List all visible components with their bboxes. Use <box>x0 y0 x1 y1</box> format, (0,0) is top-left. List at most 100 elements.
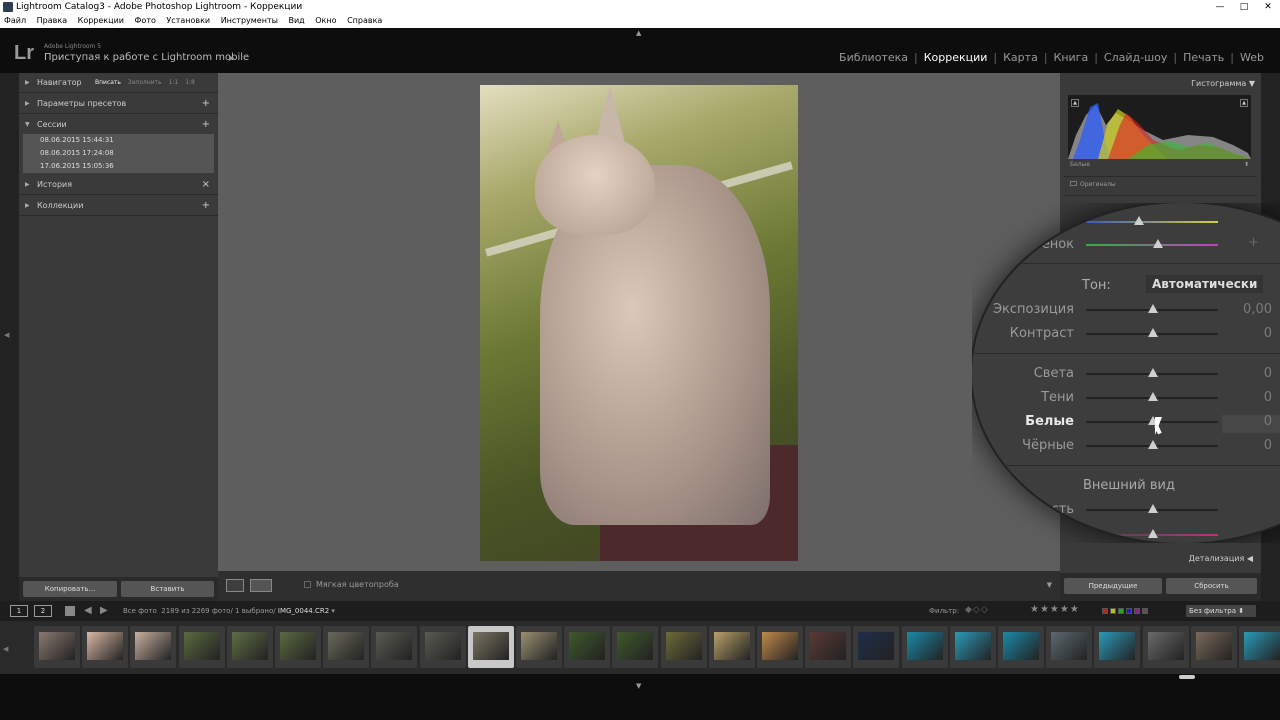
left-edge[interactable]: ◀ <box>0 73 19 601</box>
play-icon[interactable]: ▶ <box>229 54 234 62</box>
detail-header[interactable]: Детализация ◀ <box>1060 549 1261 569</box>
filmstrip-thumbnail[interactable] <box>612 626 659 668</box>
shadow-clipping-icon[interactable]: ▲ <box>1071 99 1079 107</box>
slider-value[interactable]: 0 <box>1222 322 1272 346</box>
color-label-filter[interactable] <box>1102 608 1150 614</box>
zoom-1-8[interactable]: 1:8 <box>185 79 195 86</box>
zoom-fill[interactable]: Заполнить <box>128 79 162 86</box>
filmstrip-thumbnail[interactable] <box>323 626 370 668</box>
slider-thumb[interactable] <box>1148 328 1158 337</box>
slider-value[interactable]: 0 <box>1222 410 1272 434</box>
navigator-header[interactable]: ▶ Навигатор Вписать Заполнить 1:1 1:8 <box>19 73 218 93</box>
filmstrip-thumbnail[interactable] <box>178 626 225 668</box>
filmstrip-thumbnail[interactable] <box>419 626 466 668</box>
menu-edit[interactable]: Правка <box>37 16 67 25</box>
show-original-toggle[interactable]: Оригиналы <box>1070 181 1116 188</box>
slider-tint[interactable]: ттенок + <box>972 233 1280 257</box>
module-library[interactable]: Библиотека <box>833 51 914 64</box>
secondary-window-button[interactable]: 2 <box>34 605 52 617</box>
filmstrip-thumbnail[interactable] <box>1046 626 1093 668</box>
soft-proof-checkbox[interactable]: Мягкая цветопроба <box>304 580 399 589</box>
slider-clarity[interactable]: тность <box>972 498 1280 522</box>
menu-file[interactable]: Файл <box>4 16 26 25</box>
module-map[interactable]: Карта <box>997 51 1044 64</box>
slider-thumb[interactable] <box>1148 440 1158 449</box>
slider-temperature[interactable]: ра <box>972 210 1280 234</box>
minimize-button[interactable]: — <box>1208 0 1232 14</box>
before-after-icon[interactable] <box>250 579 272 592</box>
module-book[interactable]: Книга <box>1048 51 1095 64</box>
slider-thumb[interactable] <box>1148 504 1158 513</box>
collapse-top-icon[interactable]: ▲ <box>636 29 641 37</box>
filmstrip-thumbnail[interactable] <box>371 626 418 668</box>
add-session-icon[interactable]: + <box>202 115 210 135</box>
slider-value[interactable]: 0 <box>1222 434 1272 458</box>
back-arrow-icon[interactable]: ◀ <box>84 605 92 616</box>
filmstrip-thumbnail[interactable] <box>564 626 611 668</box>
filmstrip-thumbnail[interactable] <box>901 626 948 668</box>
collapse-bottom-icon[interactable]: ▼ <box>636 682 641 690</box>
filmstrip-thumbnail[interactable] <box>1142 626 1189 668</box>
slider-thumb[interactable] <box>1148 529 1158 538</box>
filmstrip-thumbnail[interactable] <box>998 626 1044 668</box>
zoom-fit[interactable]: Вписать <box>95 79 121 86</box>
close-button[interactable]: ✕ <box>1256 0 1280 14</box>
filmstrip-scrollbar[interactable] <box>1179 675 1195 679</box>
primary-window-button[interactable]: 1 <box>10 605 28 617</box>
purple-label-icon[interactable] <box>1134 608 1140 614</box>
paste-button[interactable]: Вставить <box>121 581 214 597</box>
filmstrip-thumbnail[interactable] <box>275 626 321 668</box>
module-print[interactable]: Печать <box>1177 51 1230 64</box>
filmstrip-thumbnail[interactable] <box>34 626 80 668</box>
forward-arrow-icon[interactable]: ▶ <box>100 605 108 616</box>
slider-whites[interactable]: Белые 0 <box>972 410 1280 434</box>
filmstrip-thumbnail[interactable] <box>708 626 755 668</box>
slider-thumb[interactable] <box>1148 368 1158 377</box>
sessions-header[interactable]: ▼ Сессии + <box>19 115 218 135</box>
module-slideshow[interactable]: Слайд-шоу <box>1098 51 1173 64</box>
slider-value[interactable]: 0,00 <box>1222 298 1272 322</box>
session-item[interactable]: 17.06.2015 15:05:36 <box>23 160 214 173</box>
filmstrip-thumbnail[interactable] <box>757 626 803 668</box>
yellow-label-icon[interactable] <box>1110 608 1116 614</box>
menu-settings[interactable]: Установки <box>166 16 210 25</box>
session-item[interactable]: 08.06.2015 17:24:08 <box>23 147 214 160</box>
slider-exposure[interactable]: Экспозиция 0,00 <box>972 298 1280 322</box>
filmstrip-thumbnail[interactable] <box>226 626 273 668</box>
collections-header[interactable]: ▶ Коллекции + <box>19 196 218 216</box>
history-header[interactable]: ▶ История × <box>19 175 218 195</box>
filmstrip-thumbnail[interactable] <box>467 626 514 668</box>
presets-header[interactable]: ▶ Параметры пресетов + <box>19 94 218 114</box>
slider-highlights[interactable]: Света 0 <box>972 362 1280 386</box>
menu-help[interactable]: Справка <box>347 16 382 25</box>
slider-shadows[interactable]: Тени 0 <box>972 386 1280 410</box>
slider-vibrance[interactable] <box>972 523 1280 543</box>
filmstrip-thumbnail[interactable] <box>1094 626 1141 668</box>
filmstrip[interactable]: ◀ <box>0 621 1280 674</box>
grid-view-icon[interactable] <box>65 606 75 616</box>
histogram-header[interactable]: Гистограмма ▼ <box>1060 73 1261 93</box>
slider-value[interactable]: 0 <box>1222 362 1272 386</box>
clear-history-icon[interactable]: × <box>202 175 210 195</box>
flag-filter-icons[interactable]: ◆◇◇ <box>965 605 989 615</box>
copy-button[interactable]: Копировать... <box>23 581 117 597</box>
slider-thumb[interactable] <box>1153 239 1163 248</box>
filmstrip-thumbnail[interactable] <box>82 626 129 668</box>
menu-window[interactable]: Окно <box>315 16 336 25</box>
source-info[interactable]: Все фото 2189 из 2269 фото/ 1 выбрано/ I… <box>123 607 335 615</box>
blue-label-icon[interactable] <box>1126 608 1132 614</box>
slider-thumb[interactable] <box>1148 304 1158 313</box>
module-web[interactable]: Web <box>1234 51 1270 64</box>
red-label-icon[interactable] <box>1102 608 1108 614</box>
add-preset-icon[interactable]: + <box>202 94 210 114</box>
filmstrip-thumbnail[interactable] <box>853 626 900 668</box>
slider-blacks[interactable]: Чёрные 0 <box>972 434 1280 458</box>
rating-filter-icons[interactable]: ★★★★★ <box>1030 604 1080 615</box>
filmstrip-thumbnail[interactable] <box>805 626 852 668</box>
identity-plate[interactable]: Приступая к работе с Lightroom mobile <box>44 52 249 63</box>
add-collection-icon[interactable]: + <box>202 196 210 216</box>
filmstrip-thumbnail[interactable] <box>1190 626 1237 668</box>
toolbar-menu-icon[interactable]: ▼ <box>1047 581 1052 589</box>
filmstrip-thumbnail[interactable] <box>130 626 177 668</box>
slider-track[interactable] <box>1086 244 1218 246</box>
